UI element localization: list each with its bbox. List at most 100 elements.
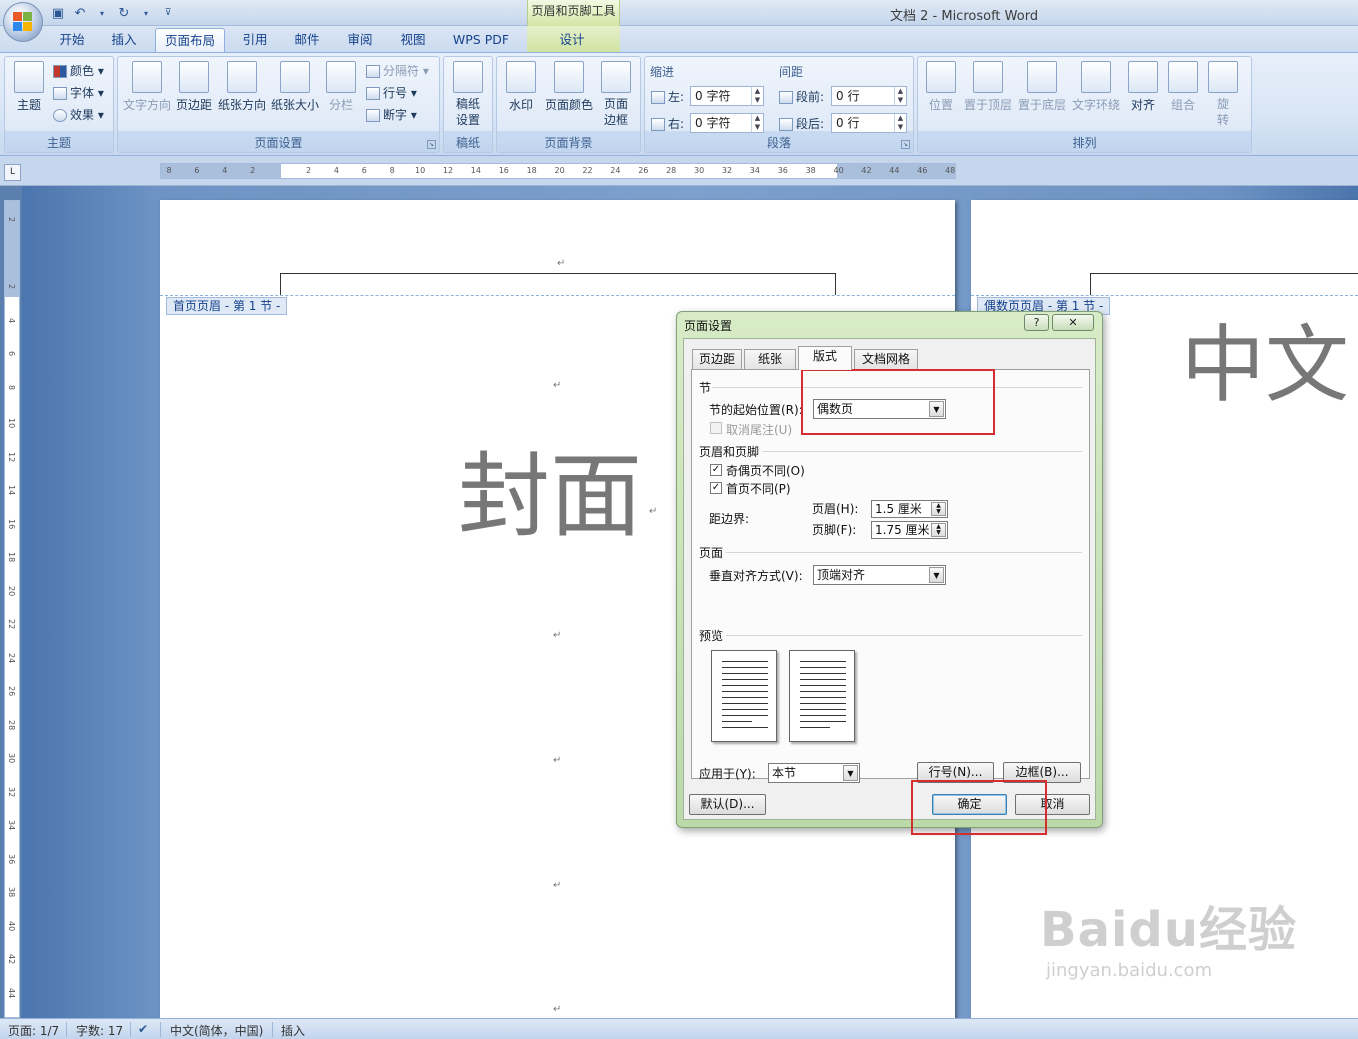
group-page-background: 水印 页面颜色 页面边框 页面背景: [496, 56, 641, 153]
suppress-endnotes-checkbox[interactable]: [710, 422, 722, 434]
redo-icon[interactable]: ↻: [116, 5, 132, 21]
paragraph-mark: ↵: [553, 1004, 562, 1015]
ruler-number: 38: [7, 887, 16, 898]
dialog-launcher-icon[interactable]: ↘: [901, 140, 910, 149]
tab-document-grid[interactable]: 文档网格: [854, 349, 918, 369]
draft-settings-button[interactable]: 稿纸设置: [448, 61, 488, 128]
ruler-number: 34: [749, 166, 760, 175]
bring-front-label: 置于顶层: [963, 98, 1012, 112]
position-button[interactable]: 位置: [922, 61, 960, 113]
theme-fonts-button[interactable]: 字体 ▾: [53, 84, 104, 101]
size-button[interactable]: 纸张大小: [270, 61, 320, 113]
paragraph-mark: ↵: [649, 506, 658, 517]
valign-value: 顶端对齐: [817, 568, 866, 582]
chevron-down-icon[interactable]: ▼: [929, 567, 944, 583]
page-borders-button[interactable]: 页面边框: [598, 61, 634, 128]
margins-button[interactable]: 页边距: [174, 61, 214, 113]
tab-wps-pdf[interactable]: WPS PDF: [444, 28, 518, 53]
save-icon[interactable]: ▣: [50, 5, 66, 21]
rotate-button[interactable]: 旋转: [1205, 61, 1241, 128]
spin-arrows-icon[interactable]: ▲ ▼: [894, 114, 906, 132]
tab-view[interactable]: 视图: [391, 28, 435, 53]
theme-icon: [14, 61, 44, 93]
theme-effects-button[interactable]: 效果 ▾: [53, 106, 104, 123]
tab-layout[interactable]: 版式: [798, 346, 852, 370]
orientation-button[interactable]: 纸张方向: [217, 61, 267, 113]
text-wrap-button[interactable]: 文字环绕: [1070, 61, 1122, 113]
tab-review[interactable]: 审阅: [338, 28, 382, 53]
first-page-label: 首页不同(P): [726, 482, 791, 496]
text-direction-label: 文字方向: [122, 98, 171, 112]
text-direction-button[interactable]: 文字方向: [122, 61, 172, 113]
columns-button[interactable]: 分栏: [323, 61, 359, 113]
theme-colors-button[interactable]: 颜色 ▾: [53, 62, 104, 79]
spacing-after-input[interactable]: 0 行 ▲ ▼: [831, 113, 907, 133]
header-section-label[interactable]: 首页页眉 - 第 1 节 -: [166, 297, 288, 315]
spin-arrows-icon[interactable]: ▲ ▼: [751, 114, 763, 132]
valign-select[interactable]: 顶端对齐 ▼: [813, 565, 946, 585]
odd-even-checkbox[interactable]: ✓: [710, 464, 722, 476]
proofing-icon[interactable]: ✔: [138, 1022, 148, 1036]
spin-arrows-icon[interactable]: ▲ ▼: [894, 87, 906, 105]
watermark-button[interactable]: 水印: [501, 61, 541, 113]
tab-insert[interactable]: 插入: [102, 28, 146, 53]
dropdown-arrow-icon[interactable]: ▾: [138, 5, 154, 21]
undo-icon[interactable]: ↶: [72, 5, 88, 21]
rotate-label: 旋转: [1216, 97, 1229, 127]
tab-home[interactable]: 开始: [50, 28, 94, 53]
ruler-number: 6: [194, 166, 200, 175]
header-distance-input[interactable]: 1.5 厘米 ▲ ▼: [871, 500, 948, 518]
spin-arrows-icon[interactable]: ▲ ▼: [931, 502, 946, 516]
tab-page-layout[interactable]: 页面布局: [155, 28, 225, 53]
spin-arrows-icon[interactable]: ▲ ▼: [751, 87, 763, 105]
send-back-button[interactable]: 置于底层: [1016, 61, 1068, 113]
indent-right-input[interactable]: 0 字符 ▲ ▼: [690, 113, 764, 133]
chevron-down-icon[interactable]: ▼: [843, 765, 858, 781]
spacing-before-input[interactable]: 0 行 ▲ ▼: [831, 86, 907, 106]
tab-mailings[interactable]: 邮件: [285, 28, 329, 53]
close-icon[interactable]: ✕: [1052, 314, 1094, 331]
footer-distance-input[interactable]: 1.75 厘米 ▲ ▼: [871, 521, 948, 539]
dropdown-arrow-icon[interactable]: ▾: [94, 5, 110, 21]
vertical-ruler[interactable]: 2 2 4 6 8 10 12 14 16 18 20 22 24 26 28 30 32 34 36 38 40 42 4…: [4, 200, 20, 1018]
tab-references[interactable]: 引用: [233, 28, 277, 53]
tab-paper[interactable]: 纸张: [744, 349, 796, 369]
tab-selector-icon[interactable]: L: [4, 164, 21, 181]
breaks-button[interactable]: 分隔符 ▾: [366, 62, 429, 79]
header-rule: [1090, 273, 1358, 274]
margins-label: 页边距: [175, 98, 212, 112]
first-page-checkbox[interactable]: ✓: [710, 482, 722, 494]
ruler-number: 34: [7, 820, 16, 831]
dialog-launcher-icon[interactable]: ↘: [427, 140, 436, 149]
status-insert-mode[interactable]: 插入: [281, 1022, 305, 1039]
align-button[interactable]: 对齐: [1125, 61, 1161, 113]
tab-design[interactable]: 设计: [548, 28, 596, 53]
indent-left-input[interactable]: 0 字符 ▲ ▼: [690, 86, 764, 106]
apply-to-label: 应用于(Y):: [699, 767, 756, 781]
office-button[interactable]: [3, 2, 43, 42]
status-words[interactable]: 字数: 17: [76, 1022, 123, 1039]
ruler-number: 12: [442, 166, 454, 175]
bring-front-button[interactable]: 置于顶层: [962, 61, 1014, 113]
apply-to-select[interactable]: 本节 ▼: [768, 763, 860, 783]
ruler-number: 42: [861, 166, 872, 175]
theme-button[interactable]: 主题: [9, 61, 49, 113]
office-logo-icon: [13, 12, 33, 32]
default-button[interactable]: 默认(D)...: [689, 794, 766, 815]
spin-arrows-icon[interactable]: ▲ ▼: [931, 523, 946, 537]
group-button[interactable]: 组合: [1165, 61, 1201, 113]
line-numbers-button[interactable]: 行号 ▾: [366, 84, 417, 101]
tab-margins[interactable]: 页边距: [692, 349, 742, 369]
watermark-url: jingyan.baidu.com: [1046, 960, 1213, 981]
customize-qat-icon[interactable]: ⊽: [160, 5, 176, 21]
group-draft-title: 稿纸: [455, 136, 480, 150]
status-page[interactable]: 页面: 1/7: [8, 1022, 59, 1039]
help-button[interactable]: ?: [1024, 314, 1049, 331]
align-label: 对齐: [1130, 98, 1155, 112]
ruler-number: 32: [721, 166, 733, 175]
status-language[interactable]: 中文(简体，中国): [170, 1022, 263, 1039]
hyphenation-button[interactable]: 断字 ▾: [366, 106, 417, 123]
horizontal-ruler[interactable]: 8 6 4 2 2 4 6 8 10 12 14 16 18 20 22 24 26 28 30 32 34 36 38 40…: [160, 163, 956, 179]
header-boundary: [971, 295, 1358, 296]
page-color-button[interactable]: 页面颜色: [543, 61, 595, 113]
